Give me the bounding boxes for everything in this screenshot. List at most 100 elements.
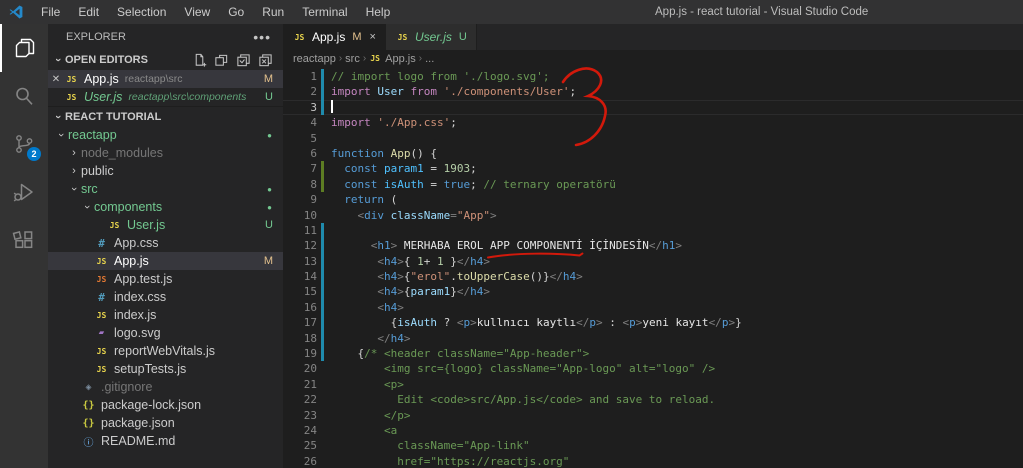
- code-line-8[interactable]: 8 const isAuth = true; // ternary operat…: [283, 177, 1023, 192]
- tree-item-label: App.js: [114, 254, 149, 268]
- code-line-9[interactable]: 9 return (: [283, 192, 1023, 207]
- tree-item-src[interactable]: ›src●: [48, 180, 283, 198]
- code-line-15[interactable]: 15 <h4>{param1}</h4>: [283, 284, 1023, 299]
- code-line-22[interactable]: 22 Edit <code>src/App.js</code> and save…: [283, 392, 1023, 407]
- code-line-18[interactable]: 18 </h4>: [283, 331, 1023, 346]
- code-line-1[interactable]: 1// import logo from './logo.svg';: [283, 69, 1023, 84]
- tab-User.js[interactable]: JSUser.jsU: [386, 24, 477, 50]
- menu-selection[interactable]: Selection: [108, 0, 175, 24]
- js-file-icon: JS: [94, 257, 109, 266]
- close-editor-icon[interactable]: ✕: [48, 74, 64, 85]
- code-line-5[interactable]: 5: [283, 131, 1023, 146]
- code-token: >: [404, 332, 411, 345]
- code-line-21[interactable]: 21 <p>: [283, 377, 1023, 392]
- tree-item-label: package.json: [101, 416, 175, 430]
- menu-edit[interactable]: Edit: [69, 0, 108, 24]
- code-line-10[interactable]: 10 <div className="App">: [283, 208, 1023, 223]
- tree-item-package-lock.json[interactable]: {}package-lock.json: [48, 396, 283, 414]
- activity-extensions-icon[interactable]: [0, 216, 48, 264]
- line-number: 10: [283, 208, 317, 223]
- code-token: </: [377, 332, 390, 345]
- code-text: <h1> MERHABA EROL APP COMPONENTİ İÇİNDES…: [324, 238, 682, 253]
- tree-item-User.js[interactable]: JSUser.jsU: [48, 216, 283, 234]
- tree-item-reportWebVitals.js[interactable]: JSreportWebVitals.js: [48, 342, 283, 360]
- code-line-13[interactable]: 13 <h4>{ 1+ 1 }</h4>: [283, 254, 1023, 269]
- open-editor-App.js[interactable]: ✕JSApp.jsreactapp\srcM: [48, 70, 283, 88]
- open-editors-header[interactable]: › OPEN EDITORS: [48, 50, 283, 70]
- code-token: >: [397, 285, 404, 298]
- more-actions-icon[interactable]: •••: [253, 29, 271, 45]
- menu-view[interactable]: View: [175, 0, 219, 24]
- menu-terminal[interactable]: Terminal: [293, 0, 356, 24]
- code-token: {: [331, 316, 397, 329]
- git-status-badge: U: [459, 31, 467, 43]
- code-line-17[interactable]: 17 {isAuth ? <p>kullnıcı kaytlı</p> : <p…: [283, 315, 1023, 330]
- code-line-26[interactable]: 26 href="https://reactjs.org": [283, 454, 1023, 468]
- code-line-23[interactable]: 23 </p>: [283, 408, 1023, 423]
- code-line-2[interactable]: 2import User from './components/User';: [283, 84, 1023, 99]
- tree-item-App.js[interactable]: JSApp.jsM: [48, 252, 283, 270]
- activity-search-icon[interactable]: [0, 72, 48, 120]
- tree-item-node_modules[interactable]: ›node_modules: [48, 144, 283, 162]
- menu-file[interactable]: File: [32, 0, 69, 24]
- code-token: =: [450, 209, 457, 222]
- tree-item-App.test.js[interactable]: JSApp.test.js: [48, 270, 283, 288]
- tree-item-App.css[interactable]: #App.css: [48, 234, 283, 252]
- red-underlined-text: APP COMPONENTİ: [490, 238, 583, 253]
- code-text: function App() {: [324, 146, 437, 161]
- code-token: import: [331, 85, 377, 98]
- tree-item-.gitignore[interactable]: ◈.gitignore: [48, 378, 283, 396]
- code-line-24[interactable]: 24 <a: [283, 423, 1023, 438]
- new-untitled-file-icon[interactable]: [192, 53, 207, 68]
- code-editor[interactable]: 1// import logo from './logo.svg';2impor…: [283, 67, 1023, 468]
- open-editor-label: User.js: [84, 90, 122, 104]
- close-all-editors-icon[interactable]: [258, 53, 273, 68]
- open-editor-User.js[interactable]: JSUser.jsreactapp\src\componentsU: [48, 88, 283, 106]
- code-line-19[interactable]: 19 {/* <header className="App-header">: [283, 346, 1023, 361]
- tree-item-reactapp[interactable]: ›reactapp●: [48, 126, 283, 144]
- code-token: function: [331, 147, 391, 160]
- breadcrumb-item-App.js[interactable]: App.js: [385, 53, 416, 65]
- tree-item-package.json[interactable]: {}package.json: [48, 414, 283, 432]
- tree-item-index.css[interactable]: #index.css: [48, 288, 283, 306]
- breadcrumb-item-src[interactable]: src: [345, 53, 360, 65]
- breadcrumb-item-...[interactable]: ...: [425, 53, 434, 65]
- menu-help[interactable]: Help: [357, 0, 400, 24]
- code-line-11[interactable]: 11: [283, 223, 1023, 238]
- save-all-icon[interactable]: [236, 53, 251, 68]
- tree-item-components[interactable]: ›components●: [48, 198, 283, 216]
- split-editors-icon[interactable]: [214, 53, 229, 68]
- activity-explorer-icon[interactable]: [0, 24, 48, 72]
- code-line-3[interactable]: 3: [283, 100, 1023, 115]
- code-line-4[interactable]: 4import './App.css';: [283, 115, 1023, 130]
- code-token: h4: [470, 255, 483, 268]
- code-token: =: [424, 162, 444, 175]
- breadcrumb-item-reactapp[interactable]: reactapp: [293, 53, 336, 65]
- code-line-25[interactable]: 25 className="App-link": [283, 438, 1023, 453]
- tree-item-setupTests.js[interactable]: JSsetupTests.js: [48, 360, 283, 378]
- code-line-20[interactable]: 20 <img src={logo} className="App-logo" …: [283, 361, 1023, 376]
- tree-item-index.js[interactable]: JSindex.js: [48, 306, 283, 324]
- activity-source-control-icon[interactable]: 2: [0, 120, 48, 168]
- chevron-down-icon: ›: [55, 128, 67, 142]
- activity-run-debug-icon[interactable]: [0, 168, 48, 216]
- close-tab-icon[interactable]: ×: [370, 31, 376, 43]
- code-token: </: [457, 285, 470, 298]
- tab-bar: JSApp.jsM×JSUser.jsU: [283, 24, 1023, 50]
- code-token: </: [576, 316, 589, 329]
- code-token: h4: [384, 255, 397, 268]
- breadcrumb[interactable]: reactapp›src›JSApp.js›...: [283, 50, 1023, 67]
- code-line-12[interactable]: 12 <h1> MERHABA EROL APP COMPONENTİ İÇİN…: [283, 238, 1023, 253]
- menu-run[interactable]: Run: [253, 0, 293, 24]
- tab-App.js[interactable]: JSApp.jsM×: [283, 24, 386, 50]
- code-line-7[interactable]: 7 const param1 = 1903;: [283, 161, 1023, 176]
- tree-item-README.md[interactable]: ⓘREADME.md: [48, 432, 283, 450]
- git-status-badge: M: [264, 73, 283, 85]
- project-section-header[interactable]: › REACT TUTORIAL: [48, 106, 283, 126]
- menu-go[interactable]: Go: [219, 0, 253, 24]
- tree-item-public[interactable]: ›public: [48, 162, 283, 180]
- code-line-6[interactable]: 6function App() {: [283, 146, 1023, 161]
- tree-item-logo.svg[interactable]: ▰logo.svg: [48, 324, 283, 342]
- code-line-16[interactable]: 16 <h4>: [283, 300, 1023, 315]
- code-line-14[interactable]: 14 <h4>{"erol".toUpperCase()}</h4>: [283, 269, 1023, 284]
